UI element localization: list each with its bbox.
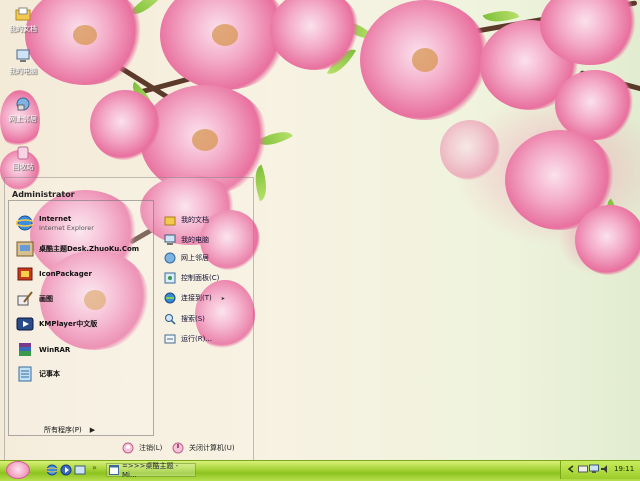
flower: [160, 0, 290, 90]
desktop-icon-network[interactable]: 网上邻居: [6, 96, 40, 124]
computer-icon: [16, 49, 30, 62]
tray-chevron-icon[interactable]: [566, 464, 576, 474]
program-title: WinRAR: [39, 345, 71, 354]
desktop-icon-label: 我的电脑: [9, 67, 37, 75]
menu-run[interactable]: 运行(R)...: [164, 333, 212, 345]
desktop-icon-my-computer[interactable]: 我的电脑: [6, 48, 40, 76]
control-panel-icon: [164, 272, 176, 284]
show-desktop-icon[interactable]: [74, 464, 86, 476]
menu-label: 控制面板(C): [181, 274, 220, 282]
internet-explorer-icon: [16, 215, 34, 231]
desktop-icon-recycle-bin[interactable]: 回收站: [6, 144, 40, 172]
notepad-icon: [18, 366, 32, 382]
program-title: KMPlayer中文版: [39, 319, 98, 328]
program-title: 桌酷主题Desk.ZhuoKu.Com: [39, 244, 140, 253]
logoff-icon: [122, 442, 134, 454]
menu-search[interactable]: 搜索(S): [164, 313, 205, 325]
flower: [440, 120, 500, 180]
flower: [575, 205, 640, 275]
menu-my-documents[interactable]: 我的文档: [164, 214, 209, 226]
user-name: Administrator: [12, 190, 75, 199]
menu-label: 连接到(T): [181, 294, 212, 302]
shutdown-label: 关闭计算机(U): [189, 444, 235, 452]
program-kmplayer[interactable]: KMPlayer中文版: [16, 315, 97, 333]
network-status-icon[interactable]: [589, 464, 599, 474]
search-icon: [165, 314, 176, 325]
desktop-icon-label: 回收站: [12, 163, 34, 171]
all-programs-button[interactable]: 所有程序(P) ▶: [44, 425, 95, 435]
menu-label: 我的文档: [181, 216, 209, 224]
program-winrar[interactable]: WinRAR: [16, 341, 70, 359]
program-zhuoku[interactable]: 桌酷主题Desk.ZhuoKu.Com: [16, 240, 139, 258]
menu-control-panel[interactable]: 控制面板(C): [164, 272, 219, 284]
zhuoku-theme-icon: [16, 241, 34, 257]
start-button[interactable]: [6, 461, 30, 479]
submenu-arrow-icon: ▸: [221, 294, 225, 302]
chevron-right-icon: ▶: [89, 426, 96, 434]
volume-icon[interactable]: [600, 464, 610, 474]
shutdown-button[interactable]: 关闭计算机(U): [172, 442, 235, 454]
program-iconpackager[interactable]: IconPackager: [16, 265, 92, 283]
menu-connect-to[interactable]: 连接到(T) ▸: [164, 292, 225, 304]
quick-launch-more-icon[interactable]: »: [92, 463, 97, 472]
shutdown-icon: [172, 442, 184, 454]
network-icon: [16, 97, 30, 111]
program-subtitle: Internet Explorer: [39, 223, 94, 232]
network-places-icon: [164, 252, 176, 264]
taskbar-window-label: =>>>桌酷主题 - Mi...: [121, 462, 179, 479]
iconpackager-icon: [17, 267, 33, 281]
menu-my-computer[interactable]: 我的电脑: [164, 234, 209, 246]
desktop-icon-label: 我的文档: [9, 25, 37, 33]
program-title: 画图: [39, 294, 53, 303]
paint-icon: [17, 291, 33, 306]
winrar-icon: [19, 343, 31, 356]
clock[interactable]: 19:11: [614, 465, 634, 473]
all-programs-label: 所有程序(P): [44, 426, 82, 434]
program-title: IconPackager: [39, 269, 92, 278]
my-documents-icon: [164, 216, 176, 226]
run-icon: [164, 334, 176, 344]
media-player-icon[interactable]: [60, 464, 72, 476]
menu-network-places[interactable]: 网上邻居: [164, 252, 209, 264]
taskbar-window-button[interactable]: =>>>桌酷主题 - Mi...: [106, 462, 196, 479]
desktop-icon-my-documents[interactable]: 我的文档: [6, 6, 40, 34]
program-paint[interactable]: 画图: [16, 290, 53, 308]
menu-label: 网上邻居: [181, 254, 209, 262]
menu-label: 运行(R)...: [181, 335, 213, 343]
keyboard-icon[interactable]: [578, 464, 588, 474]
my-computer-icon: [164, 234, 176, 245]
kmplayer-icon: [16, 317, 34, 331]
logoff-label: 注销(L): [139, 444, 163, 452]
window-icon: [109, 465, 119, 475]
program-internet[interactable]: Internet Internet Explorer: [16, 214, 94, 232]
logoff-button[interactable]: 注销(L): [122, 442, 162, 454]
desktop-icon-label: 网上邻居: [9, 115, 37, 123]
program-title: 记事本: [39, 369, 60, 378]
flower: [360, 0, 490, 120]
program-title: Internet: [39, 214, 72, 223]
internet-explorer-icon[interactable]: [46, 464, 58, 476]
menu-label: 搜索(S): [181, 315, 205, 323]
recycle-bin-icon: [17, 146, 29, 160]
connect-to-icon: [164, 292, 176, 304]
menu-label: 我的电脑: [181, 236, 209, 244]
flower: [90, 90, 160, 160]
program-notepad[interactable]: 记事本: [16, 365, 60, 383]
folder-documents-icon: [15, 7, 31, 21]
